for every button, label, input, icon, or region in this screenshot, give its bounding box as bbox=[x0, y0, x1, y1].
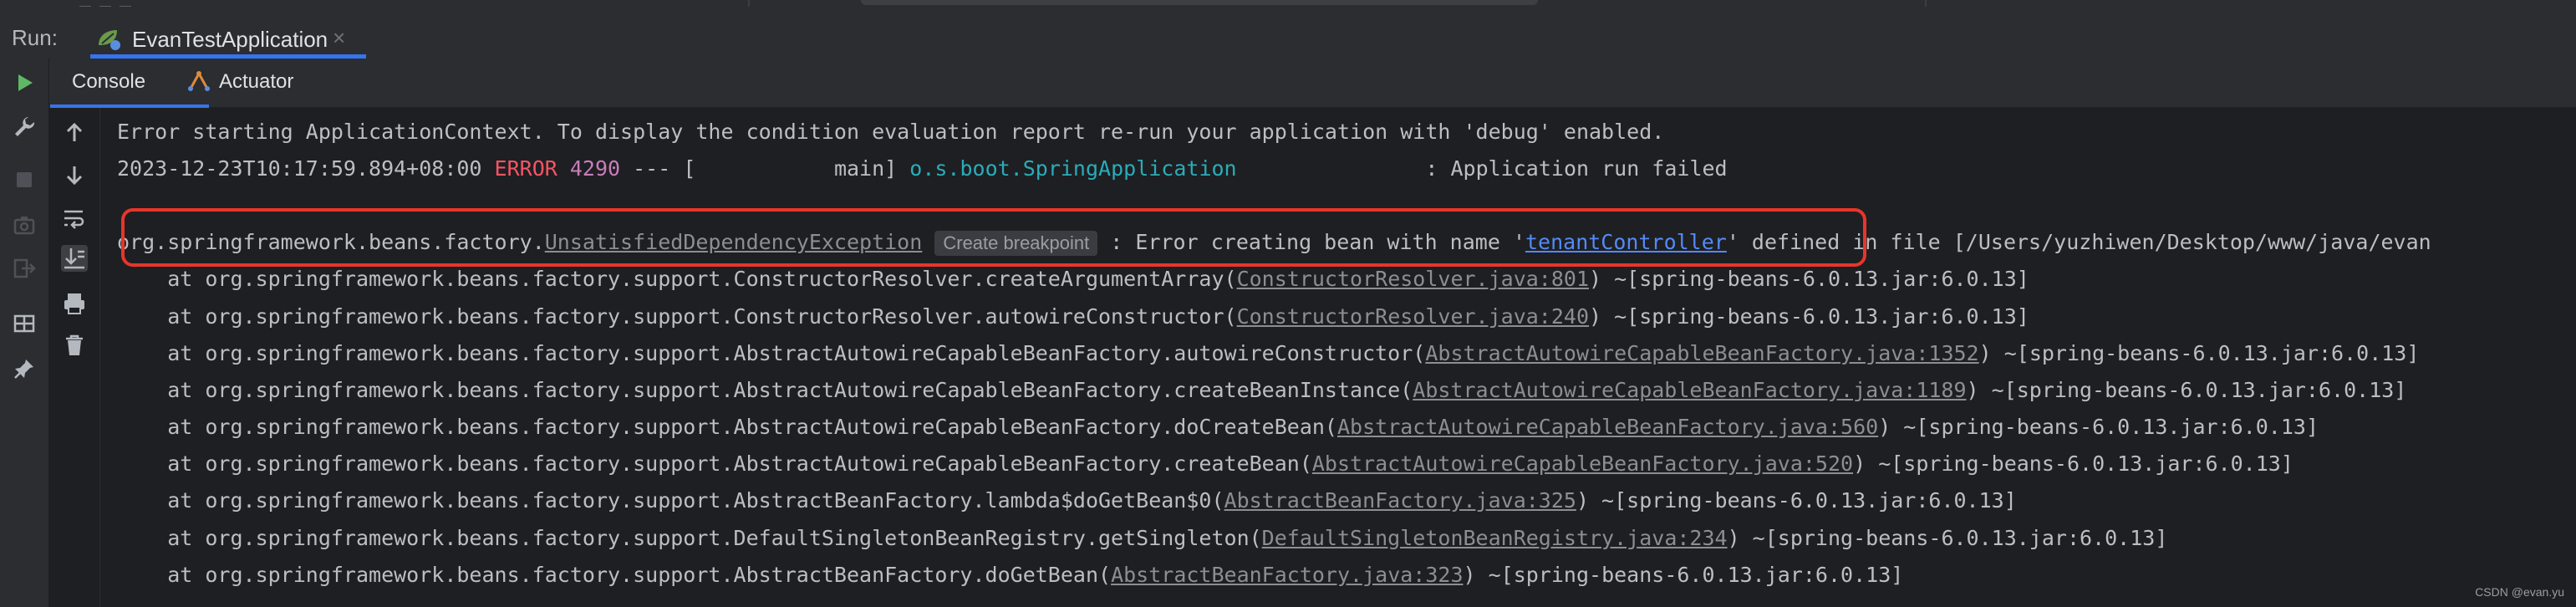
layout-icon[interactable] bbox=[12, 311, 37, 336]
play-icon[interactable] bbox=[12, 70, 37, 95]
frame-source-link[interactable]: ConstructorResolver.java:240 bbox=[1237, 304, 1589, 329]
stack-frame: at org.springframework.beans.factory.sup… bbox=[117, 487, 2017, 515]
create-breakpoint-button[interactable]: Create breakpoint bbox=[934, 231, 1098, 256]
camera-icon[interactable] bbox=[12, 212, 37, 237]
console-tabs: Console Actuator bbox=[50, 59, 2576, 108]
tab-actuator-label: Actuator bbox=[219, 70, 294, 93]
console-output[interactable]: Error starting ApplicationContext. To di… bbox=[100, 108, 2576, 607]
frame-method: at org.springframework.beans.factory.sup… bbox=[117, 267, 1237, 291]
stack-frame: at org.springframework.beans.factory.sup… bbox=[117, 265, 2029, 293]
run-toolwindow-header: Run: EvanTestApplication × bbox=[0, 7, 2576, 59]
frame-jar: ) ~[spring-beans-6.0.13.jar:6.0.13] bbox=[1878, 415, 2319, 439]
pin-icon[interactable] bbox=[12, 356, 37, 381]
login-icon[interactable] bbox=[12, 256, 37, 281]
frame-source-link[interactable]: AbstractBeanFactory.java:323 bbox=[1111, 563, 1463, 587]
run-label: Run: bbox=[12, 25, 58, 50]
frame-method: at org.springframework.beans.factory.sup… bbox=[117, 563, 1112, 587]
log-level: ERROR bbox=[494, 156, 557, 181]
frame-jar: ) ~[spring-beans-6.0.13.jar:6.0.13] bbox=[1589, 304, 2029, 329]
tab-actuator[interactable]: Actuator bbox=[186, 67, 293, 98]
frame-jar: ) ~[spring-beans-6.0.13.jar:6.0.13] bbox=[1463, 563, 1904, 587]
exception-class-link[interactable]: UnsatisfiedDependencyException bbox=[545, 230, 923, 254]
stack-frame: at org.springframework.beans.factory.sup… bbox=[117, 303, 2029, 331]
run-config-label: EvanTestApplication bbox=[132, 27, 328, 52]
wrench-icon[interactable] bbox=[12, 114, 37, 139]
frame-jar: ) ~[spring-beans-6.0.13.jar:6.0.13] bbox=[1978, 341, 2420, 365]
stack-frame: at org.springframework.beans.factory.sup… bbox=[117, 413, 2319, 441]
soft-wrap-icon[interactable] bbox=[61, 205, 88, 232]
console-actions-toolbar bbox=[49, 108, 100, 607]
frame-method: at org.springframework.beans.factory.sup… bbox=[117, 304, 1237, 329]
frame-jar: ) ~[spring-beans-6.0.13.jar:6.0.13] bbox=[1589, 267, 2029, 291]
frame-method: at org.springframework.beans.factory.sup… bbox=[117, 526, 1262, 550]
arrow-down-icon[interactable] bbox=[61, 161, 88, 188]
window-controls bbox=[79, 0, 163, 11]
exception-line: org.springframework.beans.factory.Unsati… bbox=[117, 228, 2431, 257]
frame-source-link[interactable]: AbstractAutowireCapableBeanFactory.java:… bbox=[1337, 415, 1878, 439]
window-top-strip bbox=[0, 0, 2576, 11]
log-timestamp: 2023-12-23T10:17:59.894+08:00 bbox=[117, 156, 495, 181]
frame-source-link[interactable]: AbstractAutowireCapableBeanFactory.java:… bbox=[1425, 341, 1978, 365]
log-logger: o.s.boot.SpringApplication bbox=[909, 156, 1237, 181]
bean-name-link[interactable]: tenantController bbox=[1525, 230, 1727, 254]
stack-frame: at org.springframework.beans.factory.sup… bbox=[117, 524, 2167, 553]
stack-frame: at org.springframework.beans.factory.sup… bbox=[117, 376, 2406, 405]
stack-frame: at org.springframework.beans.factory.sup… bbox=[117, 561, 1903, 589]
frame-source-link[interactable]: AbstractBeanFactory.java:325 bbox=[1224, 488, 1576, 513]
run-actions-sidebar bbox=[0, 59, 49, 607]
frame-method: at org.springframework.beans.factory.sup… bbox=[117, 488, 1224, 513]
frame-source-link[interactable]: AbstractAutowireCapableBeanFactory.java:… bbox=[1413, 378, 1966, 402]
actuator-icon bbox=[186, 70, 212, 97]
stop-icon[interactable] bbox=[12, 167, 37, 192]
frame-method: at org.springframework.beans.factory.sup… bbox=[117, 451, 1312, 476]
frame-source-link[interactable]: AbstractAutowireCapableBeanFactory.java:… bbox=[1312, 451, 1853, 476]
divider bbox=[1925, 0, 1927, 7]
scroll-to-end-icon[interactable] bbox=[61, 245, 88, 272]
console-line: 2023-12-23T10:17:59.894+08:00 ERROR 4290… bbox=[117, 155, 1728, 183]
stack-frame: at org.springframework.beans.factory.sup… bbox=[117, 450, 2293, 478]
close-icon[interactable]: × bbox=[333, 25, 345, 51]
stack-frame: at org.springframework.beans.factory.sup… bbox=[117, 339, 2419, 368]
frame-jar: ) ~[spring-beans-6.0.13.jar:6.0.13] bbox=[1966, 378, 2407, 402]
exception-message: : Error creating bean with name ' bbox=[1097, 230, 1525, 254]
console-line: Error starting ApplicationContext. To di… bbox=[117, 120, 1665, 144]
log-message: : Application run failed bbox=[1236, 156, 1728, 181]
frame-method: at org.springframework.beans.factory.sup… bbox=[117, 415, 1337, 439]
frame-jar: ) ~[spring-beans-6.0.13.jar:6.0.13] bbox=[1727, 526, 2168, 550]
watermark: CSDN @evan.yu bbox=[2475, 585, 2564, 599]
exception-package: org.springframework.beans.factory. bbox=[117, 230, 545, 254]
frame-method: at org.springframework.beans.factory.sup… bbox=[117, 341, 1426, 365]
divider bbox=[748, 0, 750, 7]
frame-jar: ) ~[spring-beans-6.0.13.jar:6.0.13] bbox=[1853, 451, 2293, 476]
run-config-tab[interactable]: EvanTestApplication × bbox=[90, 13, 366, 59]
arrow-up-icon[interactable] bbox=[61, 120, 88, 146]
trash-icon[interactable] bbox=[61, 332, 88, 359]
frame-source-link[interactable]: DefaultSingletonBeanRegistry.java:234 bbox=[1262, 526, 1728, 550]
log-thread: --- [ main] bbox=[620, 156, 910, 181]
spring-boot-icon bbox=[94, 25, 124, 54]
tab-console[interactable]: Console bbox=[72, 70, 145, 94]
print-icon[interactable] bbox=[61, 290, 88, 317]
frame-source-link[interactable]: ConstructorResolver.java:801 bbox=[1237, 267, 1589, 291]
frame-method: at org.springframework.beans.factory.sup… bbox=[117, 378, 1413, 402]
toolbar-edge bbox=[861, 0, 1538, 5]
frame-jar: ) ~[spring-beans-6.0.13.jar:6.0.13] bbox=[1576, 488, 2017, 513]
exception-suffix: ' defined in file [/Users/yuzhiwen/Deskt… bbox=[1726, 230, 2431, 254]
log-pid: 4290 bbox=[557, 156, 621, 181]
